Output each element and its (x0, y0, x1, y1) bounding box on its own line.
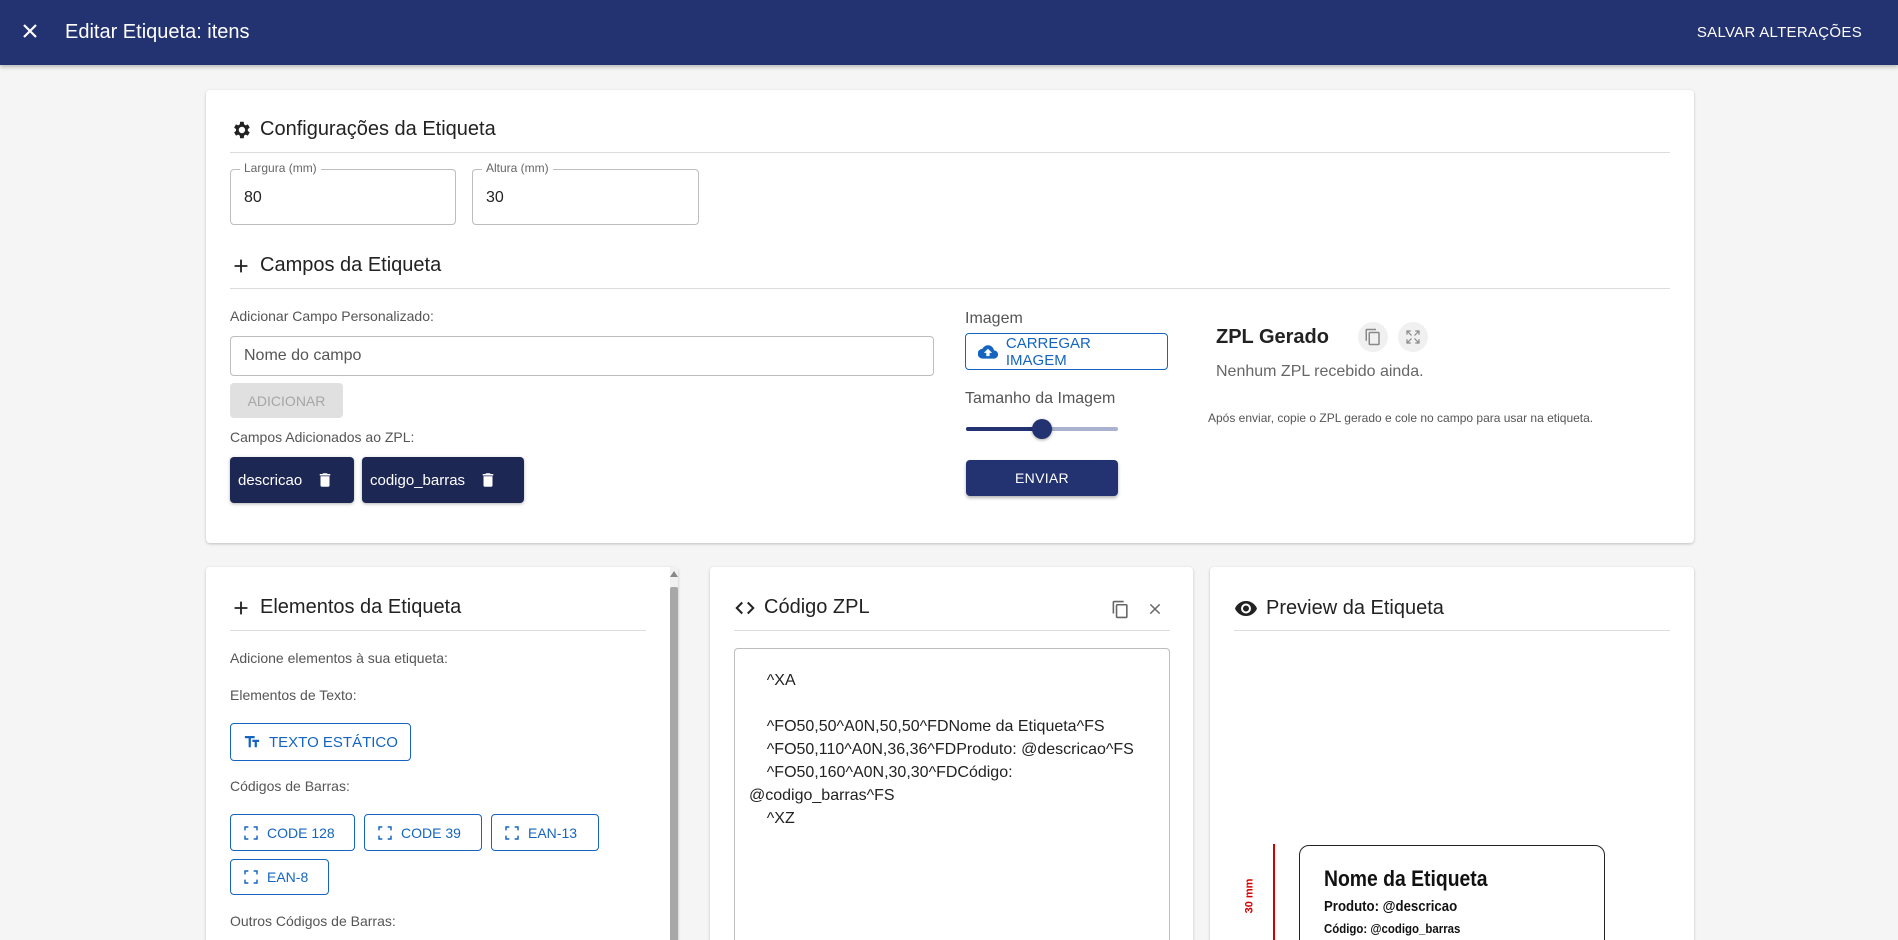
close-icon[interactable] (18, 19, 42, 43)
plus-icon (234, 601, 248, 614)
barcode-label: CODE 39 (401, 824, 461, 841)
height-field-label: Altura (mm) (482, 161, 553, 175)
zpl-code-textarea[interactable]: ^XA ^FO50,50^A0N,50,50^FDNome da Etiquet… (734, 648, 1170, 940)
zpl-empty-text: Nenhum ZPL recebido ainda. (1216, 363, 1424, 380)
image-size-label: Tamanho da Imagem (965, 390, 1116, 407)
copy-code-button[interactable] (1105, 594, 1135, 624)
chip-label: codigo_barras (370, 471, 466, 489)
config-heading: Configurações da Etiqueta (230, 118, 496, 141)
plus-icon (234, 259, 248, 272)
height-dimension-label: 30 mm (1243, 878, 1256, 914)
divider (230, 288, 1670, 289)
fullscreen-icon (1406, 330, 1420, 344)
page-title: Editar Etiqueta: itens (65, 21, 250, 43)
label-preview-title: Nome da Etiqueta (1324, 866, 1488, 891)
barcode-label: EAN-8 (267, 869, 309, 885)
scan-frame-icon (505, 825, 519, 840)
upload-image-label: CARREGAR IMAGEM (1005, 334, 1091, 369)
scroll-thumb[interactable] (670, 587, 678, 940)
width-field[interactable]: Largura (mm) 80 (230, 161, 456, 225)
cloud-upload-icon (978, 344, 998, 359)
gear-icon (234, 121, 250, 138)
field-chip-descricao[interactable]: descricao (230, 457, 354, 503)
label-preview-code: Código: @codigo_barras (1324, 921, 1461, 936)
divider (230, 630, 646, 631)
copy-icon (1112, 600, 1128, 618)
chip-label: descricao (238, 471, 303, 489)
width-field-label: Largura (mm) (240, 161, 321, 175)
divider (1234, 630, 1670, 631)
scan-frame-icon (244, 825, 258, 840)
code-icon (735, 601, 755, 614)
barcode-label: CODE 128 (267, 824, 335, 841)
custom-field-label: Adicionar Campo Personalizado: (230, 308, 434, 324)
elements-scrollbar[interactable] (670, 567, 678, 940)
preview-heading: Preview da Etiqueta (1234, 596, 1444, 620)
preview-heading-text: Preview da Etiqueta (1266, 596, 1444, 619)
scroll-up-arrow[interactable] (670, 571, 678, 577)
custom-field-input[interactable]: Nome do campo (230, 336, 934, 376)
copy-zpl-button[interactable] (1358, 322, 1388, 352)
add-field-button[interactable]: ADICIONAR (230, 383, 343, 418)
barcode-ean8-button[interactable]: EAN-8 (230, 859, 329, 895)
zpl-generated-title: ZPL Gerado (1216, 326, 1329, 348)
zpl-code-heading-text: Código ZPL (764, 596, 870, 618)
static-text-button[interactable]: TEXTO ESTÁTICO (230, 723, 411, 761)
send-button[interactable]: ENVIAR (966, 460, 1118, 496)
config-card: Configurações da Etiqueta Largura (mm) 8… (206, 90, 1694, 543)
zpl-code-card: Código ZPL ^XA ^FO50,50^A0N,50,50^FDNome… (710, 567, 1193, 940)
fullscreen-zpl-button[interactable] (1398, 322, 1428, 352)
scan-frame-icon (244, 870, 258, 884)
added-fields-label: Campos Adicionados ao ZPL: (230, 429, 415, 445)
label-preview: Nome da Etiqueta Produto: @descricao Cód… (1299, 845, 1605, 940)
label-preview-product: Produto: @descricao (1324, 898, 1458, 915)
trash-icon[interactable] (316, 471, 334, 489)
image-size-slider-fill (966, 427, 1042, 431)
elements-intro: Adicione elementos à sua etiqueta: (230, 650, 448, 666)
barcode-code39-button[interactable]: CODE 39 (364, 814, 482, 851)
close-code-button[interactable] (1140, 594, 1170, 624)
close-icon (1149, 603, 1161, 615)
save-changes-button[interactable]: SALVAR ALTERAÇÕES (1697, 24, 1862, 41)
text-elements-label: Elementos de Texto: (230, 687, 357, 703)
image-label: Imagem (965, 310, 1023, 327)
eye-icon (1235, 601, 1257, 616)
app-bar: Editar Etiqueta: itens SALVAR ALTERAÇÕES (0, 0, 1898, 65)
static-text-label: TEXTO ESTÁTICO (269, 733, 398, 751)
scan-frame-icon (378, 825, 392, 840)
barcode-code128-button[interactable]: CODE 128 (230, 814, 355, 851)
height-field-value: 30 (486, 189, 504, 206)
field-chip-codigo-barras[interactable]: codigo_barras (362, 457, 524, 503)
fields-heading-text: Campos da Etiqueta (260, 254, 442, 276)
height-field[interactable]: Altura (mm) 30 (472, 161, 699, 225)
upload-image-button[interactable]: CARREGAR IMAGEM (965, 333, 1168, 370)
divider (230, 152, 1670, 153)
barcode-label: EAN-13 (528, 824, 578, 841)
custom-field-placeholder: Nome do campo (244, 347, 362, 364)
preview-card: Preview da Etiqueta 30 mm Nome da Etique… (1210, 567, 1694, 940)
text-fields-icon (244, 736, 260, 748)
elements-heading-text: Elementos da Etiqueta (260, 596, 462, 618)
trash-icon[interactable] (479, 471, 497, 489)
fields-heading: Campos da Etiqueta (230, 254, 441, 277)
elements-heading: Elementos da Etiqueta (230, 596, 461, 619)
height-dimension-line (1273, 844, 1275, 940)
width-field-value: 80 (244, 189, 262, 206)
zpl-code-heading: Código ZPL (734, 596, 870, 619)
other-barcodes-label: Outros Códigos de Barras: (230, 913, 396, 929)
divider (734, 630, 1170, 631)
barcode-ean13-button[interactable]: EAN-13 (491, 814, 599, 851)
elements-card: Elementos da Etiqueta Adicione elementos… (206, 567, 678, 940)
barcodes-label: Códigos de Barras: (230, 778, 350, 794)
image-size-slider-thumb[interactable] (1032, 419, 1052, 439)
copy-icon (1365, 328, 1380, 346)
zpl-hint-text: Após enviar, copie o ZPL gerado e cole n… (1208, 411, 1594, 425)
config-heading-text: Configurações da Etiqueta (260, 118, 496, 140)
